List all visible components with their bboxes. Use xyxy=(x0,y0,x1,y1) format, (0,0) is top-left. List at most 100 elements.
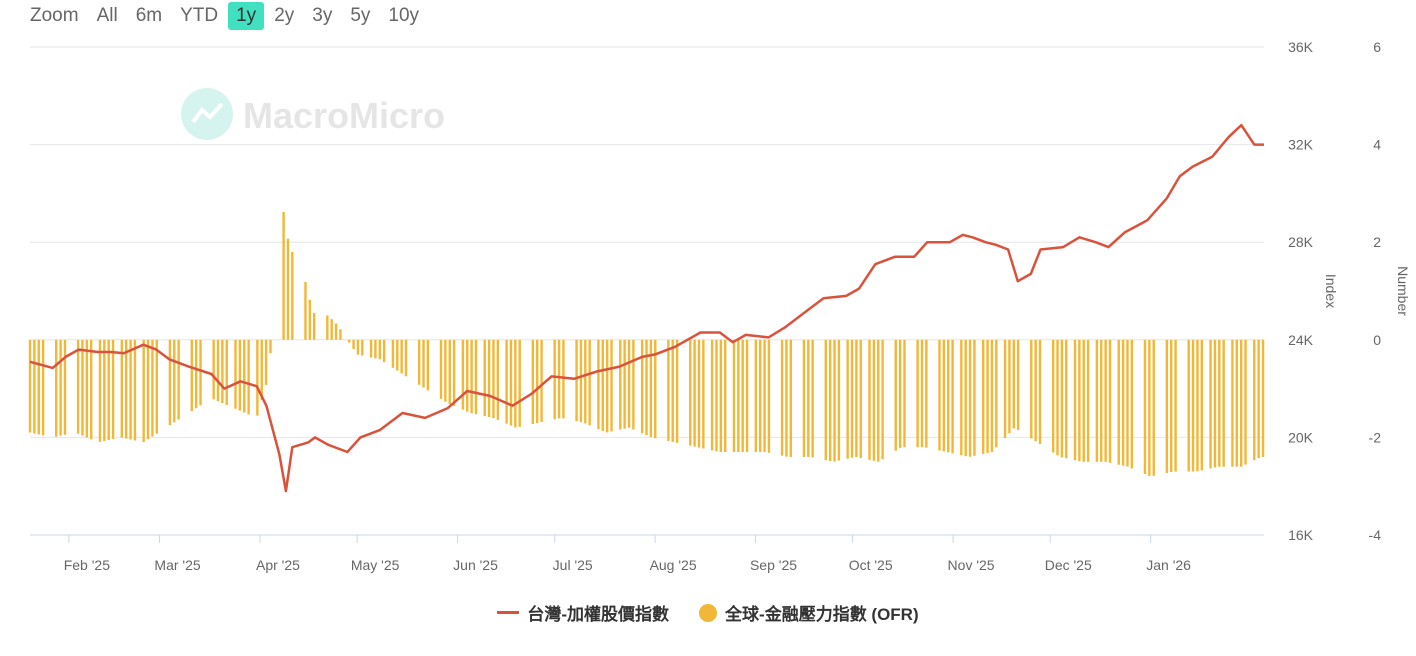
ofr-bar xyxy=(667,339,670,441)
ofr-bar xyxy=(1038,339,1042,445)
ofr-bar xyxy=(129,339,132,440)
ofr-bar xyxy=(1126,339,1129,467)
ofr-bar xyxy=(990,339,994,453)
ofr-bar xyxy=(1257,339,1260,458)
ofr-bar xyxy=(282,211,285,340)
ofr-bar xyxy=(142,339,145,443)
ofr-bar xyxy=(269,339,272,354)
ofr-bar xyxy=(1082,339,1085,462)
ofr-bar xyxy=(693,339,696,447)
ofr-bar xyxy=(710,339,714,451)
ofr-bar xyxy=(247,339,250,415)
ofr-bar xyxy=(103,339,106,441)
ofr-bar xyxy=(855,339,858,458)
ofr-bar xyxy=(146,339,150,440)
ofr-bar xyxy=(1165,339,1169,473)
ofr-bar xyxy=(286,238,290,340)
y-left-tick: 20K xyxy=(1288,429,1314,445)
ofr-bar xyxy=(597,339,600,430)
ofr-bar xyxy=(925,339,928,448)
ofr-bar xyxy=(540,339,543,423)
ofr-bar xyxy=(81,339,84,436)
ofr-bar xyxy=(225,339,228,405)
ofr-bar xyxy=(417,339,421,385)
ofr-bar xyxy=(964,339,967,457)
ofr-bar xyxy=(1117,339,1120,465)
ofr-bar xyxy=(737,339,740,453)
ofr-bar xyxy=(903,339,906,448)
watermark: MacroMicro xyxy=(181,88,445,140)
ofr-bar xyxy=(194,339,198,409)
ofr-bar xyxy=(37,339,40,435)
ofr-bar xyxy=(1148,339,1151,476)
ofr-bar xyxy=(124,339,128,439)
ofr-bar xyxy=(461,339,465,410)
ofr-bar xyxy=(557,339,561,419)
ofr-bar xyxy=(872,339,876,461)
ofr-bar xyxy=(981,339,985,454)
ofr-bar xyxy=(1008,339,1011,434)
ofr-bar xyxy=(466,339,469,412)
ofr-bar xyxy=(374,339,377,359)
ofr-bar xyxy=(404,339,408,377)
ofr-bar xyxy=(483,339,486,417)
ofr-bar xyxy=(767,339,771,453)
ofr-bar xyxy=(605,339,609,433)
ofr-bar xyxy=(177,339,180,420)
ofr-bar xyxy=(789,339,793,457)
ofr-bar xyxy=(920,339,924,448)
ofr-bar xyxy=(426,339,430,391)
ofr-bar xyxy=(474,339,478,415)
ofr-bar xyxy=(98,339,102,442)
ofr-bar xyxy=(802,339,806,457)
x-tick-label: Nov '25 xyxy=(948,557,995,573)
ofr-bar xyxy=(107,339,110,440)
ofr-bar xyxy=(675,339,679,443)
y-right-tick: 2 xyxy=(1373,234,1381,250)
ofr-bar xyxy=(151,339,154,437)
ofr-bar xyxy=(1003,339,1007,438)
y-left-tick: 28K xyxy=(1288,234,1314,250)
ofr-bar xyxy=(741,339,744,453)
ofr-bar xyxy=(356,339,360,355)
ofr-bar xyxy=(1191,339,1195,472)
legend-item-ofr[interactable]: 全球-金融壓力指數 (OFR) xyxy=(699,600,919,625)
ofr-bar xyxy=(785,339,788,457)
ofr-bar xyxy=(877,339,880,462)
ofr-bar xyxy=(330,319,333,340)
ofr-bar xyxy=(63,339,67,435)
ofr-bar xyxy=(352,339,355,350)
ofr-bar xyxy=(973,339,976,456)
legend: 台灣-加權股價指數 全球-金融壓力指數 (OFR) xyxy=(0,600,1416,625)
ofr-bar xyxy=(1200,339,1204,471)
y-right-tick: 0 xyxy=(1373,332,1381,348)
ofr-bar xyxy=(509,339,513,426)
ofr-bar xyxy=(588,339,591,426)
ofr-bar xyxy=(1086,339,1090,462)
ofr-bar xyxy=(1152,339,1155,476)
y-left-axis-label: Index xyxy=(1323,274,1339,308)
ofr-bar xyxy=(369,339,373,358)
ofr-bar xyxy=(238,339,242,411)
ofr-bar xyxy=(1030,339,1033,439)
ofr-bar xyxy=(361,339,364,356)
ofr-bar xyxy=(28,339,32,433)
ofr-bar xyxy=(828,339,832,462)
ofr-bar xyxy=(382,339,386,363)
ofr-bar xyxy=(120,339,124,438)
ofr-bar xyxy=(1130,339,1134,469)
ofr-bar xyxy=(1231,339,1234,467)
ofr-bar xyxy=(1051,339,1055,453)
ofr-bar xyxy=(837,339,841,461)
ofr-bar xyxy=(334,323,338,340)
legend-item-taiex[interactable]: 台灣-加權股價指數 xyxy=(497,600,669,625)
ofr-bar xyxy=(689,339,692,446)
ofr-bar xyxy=(846,339,849,459)
ofr-bar xyxy=(291,251,294,340)
ofr-bar xyxy=(518,339,521,427)
ofr-bar xyxy=(951,339,954,454)
ofr-bars xyxy=(28,211,1265,476)
x-tick-label: Oct '25 xyxy=(849,557,893,573)
ofr-bar xyxy=(824,339,827,461)
ofr-bar xyxy=(212,339,215,400)
